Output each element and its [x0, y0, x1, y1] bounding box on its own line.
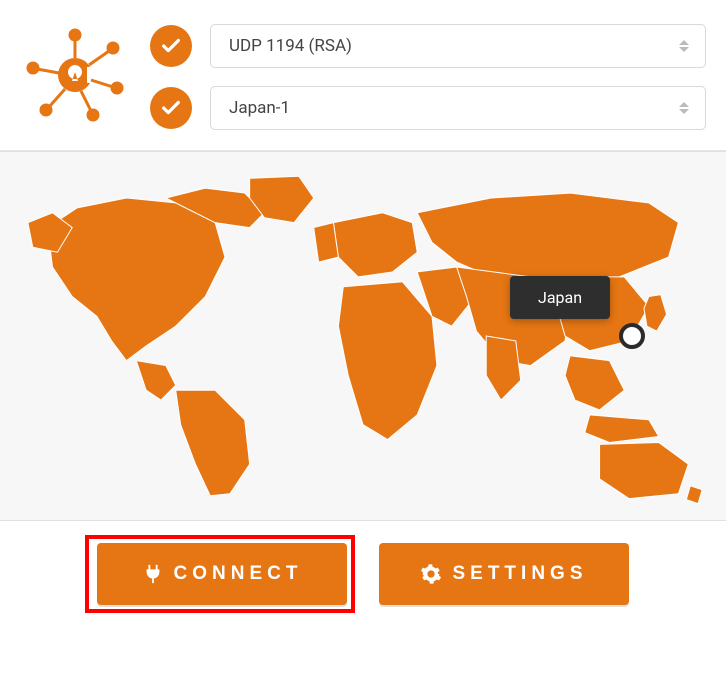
- updown-icon: [679, 98, 691, 118]
- map-tooltip: Japan: [510, 276, 610, 319]
- selects-column: UDP 1194 (RSA) Japan-1: [150, 20, 706, 130]
- world-map-region: Japan: [0, 151, 726, 521]
- protocol-select[interactable]: UDP 1194 (RSA): [210, 24, 706, 68]
- location-marker-icon: [618, 322, 646, 350]
- settings-button-label: SETTINGS: [452, 563, 587, 585]
- updown-icon: [679, 36, 691, 56]
- gear-icon: [420, 563, 442, 585]
- plug-icon: [142, 563, 164, 585]
- protocol-select-value: UDP 1194 (RSA): [229, 36, 352, 56]
- protocol-row: UDP 1194 (RSA): [150, 24, 706, 68]
- server-select[interactable]: Japan-1: [210, 86, 706, 130]
- app-logo: [20, 20, 130, 130]
- protocol-check-icon: [150, 25, 192, 67]
- button-row: CONNECT SETTINGS: [0, 521, 726, 627]
- server-select-value: Japan-1: [229, 98, 290, 118]
- connect-button-label: CONNECT: [174, 563, 303, 585]
- server-check-icon: [150, 87, 192, 129]
- server-row: Japan-1: [150, 86, 706, 130]
- connect-button[interactable]: CONNECT: [97, 543, 347, 605]
- map-marker-japan[interactable]: [618, 322, 646, 350]
- network-logo-icon: [25, 25, 125, 125]
- header-bar: UDP 1194 (RSA) Japan-1: [0, 0, 726, 151]
- world-map[interactable]: [18, 166, 708, 506]
- map-tooltip-label: Japan: [538, 288, 582, 307]
- settings-button[interactable]: SETTINGS: [379, 543, 629, 605]
